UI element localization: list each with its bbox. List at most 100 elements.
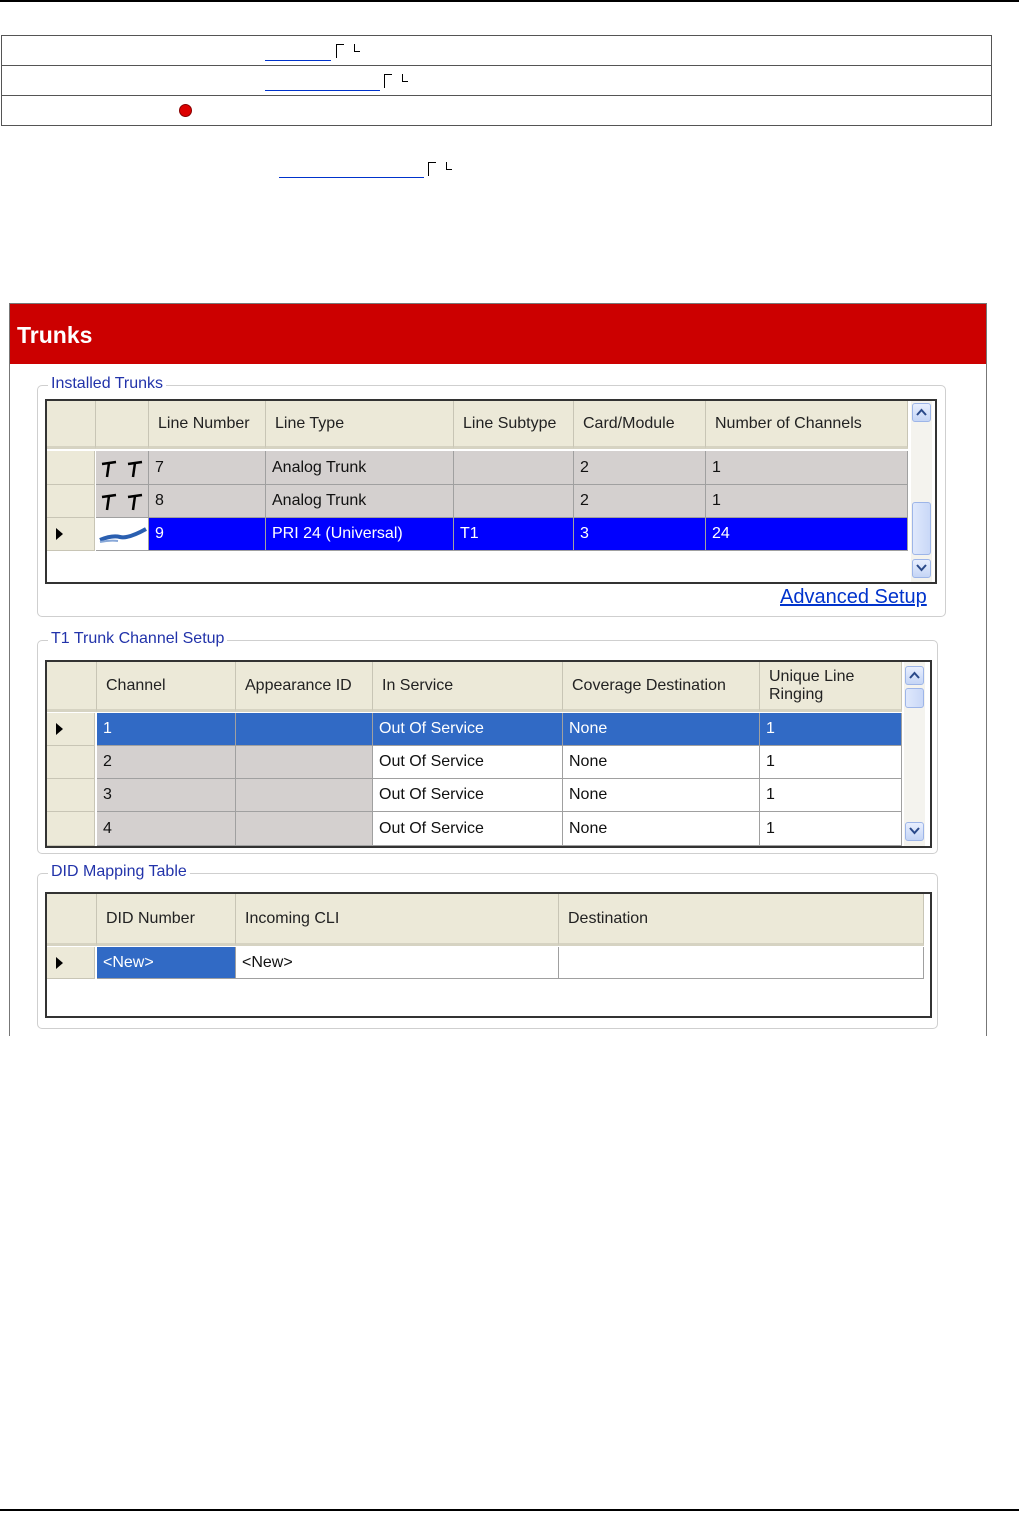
line-number-cell[interactable]: 7 xyxy=(149,451,266,485)
column-header[interactable]: Line Subtype xyxy=(454,401,574,449)
coverage-cell[interactable]: None xyxy=(563,713,760,746)
appearance-id-cell[interactable] xyxy=(236,746,373,779)
line-type-cell[interactable]: Analog Trunk xyxy=(266,451,454,485)
line-number-cell[interactable]: 8 xyxy=(149,485,266,518)
red-dot-icon xyxy=(179,104,192,117)
info-table xyxy=(1,35,992,126)
column-header[interactable]: Line Number xyxy=(149,401,266,449)
icon-column-header xyxy=(96,401,149,449)
column-header[interactable]: Unique Line Ringing xyxy=(760,662,902,712)
channel-setup-grid: Channel Appearance ID In Service Coverag… xyxy=(45,660,932,848)
scroll-thumb[interactable] xyxy=(905,688,924,708)
current-row-arrow-icon xyxy=(56,528,63,540)
channels-cell[interactable]: 1 xyxy=(706,485,908,518)
reference-link[interactable] xyxy=(279,177,424,178)
info-row xyxy=(1,65,992,96)
group-title: Installed Trunks xyxy=(48,375,167,393)
line-subtype-cell[interactable] xyxy=(454,451,574,485)
group-title: DID Mapping Table xyxy=(48,863,190,881)
channels-cell[interactable]: 1 xyxy=(706,451,908,485)
bottom-rule xyxy=(0,1509,1019,1511)
did-mapping-grid: DID Number Incoming CLI Destination <New… xyxy=(45,892,932,1018)
row-header-current[interactable] xyxy=(47,947,95,979)
info-cell xyxy=(1,35,992,66)
info-cell xyxy=(1,65,992,96)
page-reference-icon xyxy=(384,74,408,88)
row-header-current[interactable] xyxy=(47,713,95,746)
row-header[interactable] xyxy=(47,485,95,518)
channel-cell[interactable]: 2 xyxy=(97,746,236,779)
info-row xyxy=(1,95,992,126)
grid-corner-header xyxy=(47,894,97,946)
coverage-cell[interactable]: None xyxy=(563,812,760,846)
appearance-id-cell[interactable] xyxy=(236,812,373,846)
coverage-cell[interactable]: None xyxy=(563,779,760,812)
current-row-arrow-icon xyxy=(56,957,63,969)
panel-header: Trunks xyxy=(10,304,986,364)
info-cell xyxy=(1,95,992,126)
unique-ringing-cell[interactable]: 1 xyxy=(760,812,902,846)
column-header[interactable]: In Service xyxy=(373,662,563,712)
line-type-cell[interactable]: PRI 24 (Universal) xyxy=(266,518,454,551)
in-service-cell[interactable]: Out Of Service xyxy=(373,812,563,846)
destination-cell[interactable] xyxy=(559,947,924,979)
appearance-id-cell[interactable] xyxy=(236,713,373,746)
unique-ringing-cell[interactable]: 1 xyxy=(760,746,902,779)
channel-cell[interactable]: 3 xyxy=(97,779,236,812)
column-header[interactable]: DID Number xyxy=(97,894,236,946)
line-type-cell[interactable]: Analog Trunk xyxy=(266,485,454,518)
grid-corner-header xyxy=(47,662,97,712)
column-header[interactable]: Line Type xyxy=(266,401,454,449)
column-header[interactable]: Appearance ID xyxy=(236,662,373,712)
column-header[interactable]: Channel xyxy=(97,662,236,712)
analog-trunk-icon xyxy=(96,451,149,485)
channels-cell[interactable]: 24 xyxy=(706,518,908,551)
incoming-cli-cell[interactable]: <New> xyxy=(236,947,559,979)
row-header-current[interactable] xyxy=(47,518,95,551)
scroll-up-icon[interactable] xyxy=(905,666,924,685)
line-subtype-cell[interactable]: T1 xyxy=(454,518,574,551)
current-row-arrow-icon xyxy=(56,723,63,735)
analog-trunk-icon xyxy=(96,485,149,518)
row-header[interactable] xyxy=(47,451,95,485)
group-title: T1 Trunk Channel Setup xyxy=(48,630,228,648)
card-module-cell[interactable]: 3 xyxy=(574,518,706,551)
in-service-cell[interactable]: Out Of Service xyxy=(373,746,563,779)
unique-ringing-cell[interactable]: 1 xyxy=(760,713,902,746)
column-header[interactable]: Card/Module xyxy=(574,401,706,449)
row-header[interactable] xyxy=(47,812,95,846)
row-header[interactable] xyxy=(47,746,95,779)
reference-link[interactable] xyxy=(265,60,331,61)
column-header[interactable]: Incoming CLI xyxy=(236,894,559,946)
scroll-down-icon[interactable] xyxy=(912,559,931,578)
vertical-scrollbar[interactable] xyxy=(911,401,932,582)
in-service-cell[interactable]: Out Of Service xyxy=(373,779,563,812)
in-service-cell[interactable]: Out Of Service xyxy=(373,713,563,746)
scroll-thumb[interactable] xyxy=(912,502,931,555)
pri-cable-icon xyxy=(96,518,149,551)
column-header[interactable]: Coverage Destination xyxy=(563,662,760,712)
scroll-down-icon[interactable] xyxy=(905,822,924,841)
vertical-scrollbar[interactable] xyxy=(904,662,925,846)
advanced-setup-link[interactable]: Advanced Setup xyxy=(780,586,927,609)
appearance-id-cell[interactable] xyxy=(236,779,373,812)
unique-ringing-cell[interactable]: 1 xyxy=(760,779,902,812)
page-reference-icon xyxy=(336,44,360,58)
scroll-up-icon[interactable] xyxy=(912,403,931,422)
installed-trunks-grid: Line Number Line Type Line Subtype Card/… xyxy=(45,399,937,584)
line-subtype-cell[interactable] xyxy=(454,485,574,518)
channel-cell[interactable]: 4 xyxy=(97,812,236,846)
info-row xyxy=(1,35,992,66)
column-header[interactable]: Number of Channels xyxy=(706,401,908,449)
row-header[interactable] xyxy=(47,779,95,812)
column-header[interactable]: Destination xyxy=(559,894,924,946)
card-module-cell[interactable]: 2 xyxy=(574,451,706,485)
page-reference-icon xyxy=(428,162,452,176)
coverage-cell[interactable]: None xyxy=(563,746,760,779)
reference-link[interactable] xyxy=(265,90,380,91)
card-module-cell[interactable]: 2 xyxy=(574,485,706,518)
did-number-cell[interactable]: <New> xyxy=(97,947,236,979)
line-number-cell[interactable]: 9 xyxy=(149,518,266,551)
channel-cell[interactable]: 1 xyxy=(97,713,236,746)
panel-title: Trunks xyxy=(17,322,93,348)
